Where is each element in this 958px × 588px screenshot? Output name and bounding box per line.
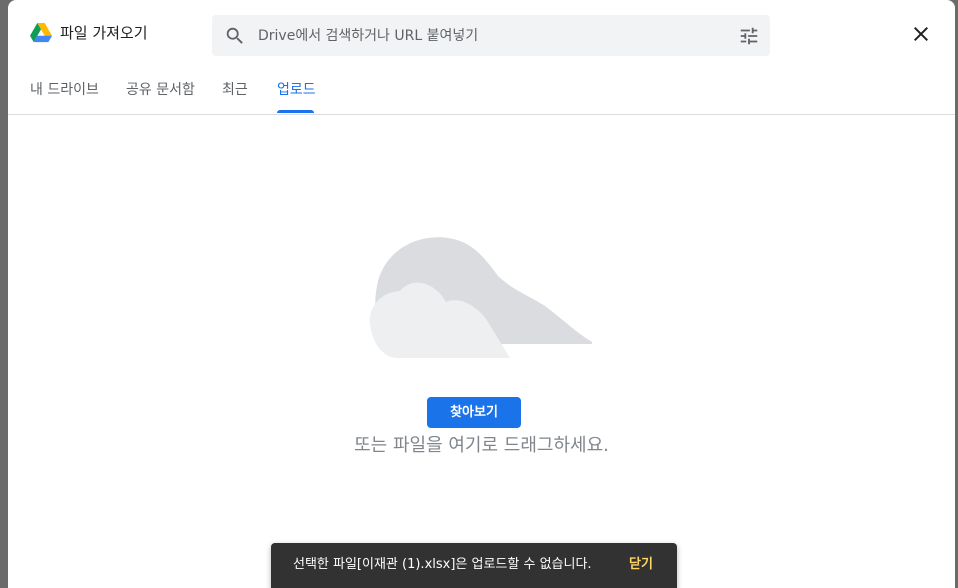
tune-icon[interactable] xyxy=(738,25,760,47)
import-file-dialog: 파일 가져오기 Drive에서 검색하거나 URL 붙여넣기 내 드라이브 공유… xyxy=(8,0,955,588)
tab-shared-with-me[interactable]: 공유 문서함 xyxy=(126,80,195,100)
google-drive-logo-icon xyxy=(30,23,52,43)
tab-my-drive[interactable]: 내 드라이브 xyxy=(30,80,99,100)
drop-hint-text: 또는 파일을 여기로 드래그하세요. xyxy=(354,435,609,456)
dialog-title: 파일 가져오기 xyxy=(60,24,148,42)
active-tab-indicator xyxy=(277,110,314,113)
tab-upload[interactable]: 업로드 xyxy=(277,80,316,100)
browse-button[interactable]: 찾아보기 xyxy=(427,397,521,428)
close-icon[interactable] xyxy=(909,22,933,46)
search-bar[interactable]: Drive에서 검색하거나 URL 붙여넣기 xyxy=(212,15,770,56)
tab-bar: 내 드라이브 공유 문서함 최근 업로드 xyxy=(8,70,955,115)
error-snackbar: 선택한 파일[이재관 (1).xlsx]은 업로드할 수 없습니다. 닫기 xyxy=(271,543,677,588)
cloud-illustration-icon xyxy=(369,237,592,358)
search-input[interactable]: Drive에서 검색하거나 URL 붙여넣기 xyxy=(258,26,478,46)
search-icon[interactable] xyxy=(224,25,246,47)
snackbar-message: 선택한 파일[이재관 (1).xlsx]은 업로드할 수 없습니다. xyxy=(293,557,592,572)
tab-recent[interactable]: 최근 xyxy=(222,80,248,100)
snackbar-close-button[interactable]: 닫기 xyxy=(629,555,653,575)
dialog-header: 파일 가져오기 Drive에서 검색하거나 URL 붙여넣기 xyxy=(8,0,955,70)
